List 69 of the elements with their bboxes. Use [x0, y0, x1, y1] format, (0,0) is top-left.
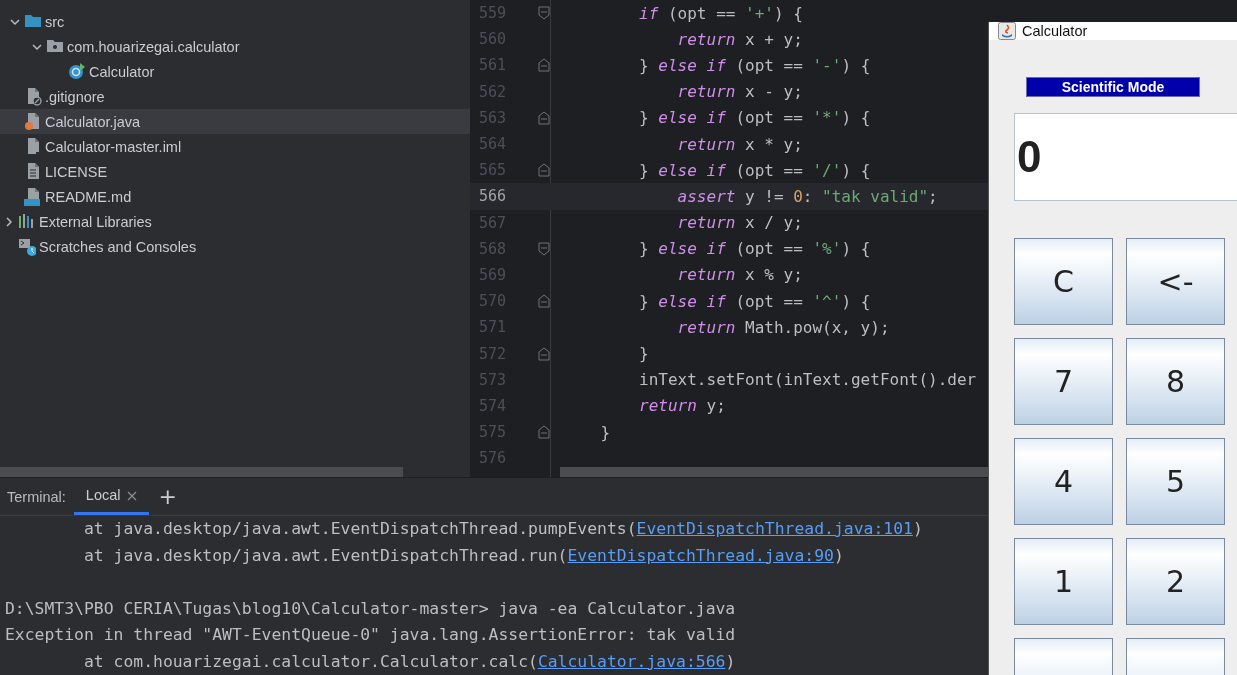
fold-icon — [538, 110, 550, 125]
tree-item[interactable]: External Libraries — [0, 209, 470, 234]
fold-icon — [538, 346, 550, 361]
tree-item[interactable]: README.md — [0, 184, 470, 209]
scrollbar[interactable] — [0, 467, 403, 477]
java-file-icon — [24, 112, 42, 131]
class-icon — [68, 62, 86, 81]
mode-label: Scientific Mode — [1026, 77, 1200, 97]
window-title: Calculator — [1022, 23, 1088, 39]
code-line: } else if (opt == '/') { — [638, 160, 871, 180]
code-line: return x % y; — [676, 265, 803, 285]
terminal-text: at com.houarizegai.calculator.Calculator.calc( — [82, 651, 538, 671]
code-line: if (opt == '+') { — [638, 3, 803, 23]
code-line: } else if (opt == '*') { — [638, 108, 871, 128]
code-line: assert y != 0: "tak valid"; — [676, 186, 938, 206]
terminal-text: ) — [912, 519, 923, 538]
tree-item[interactable]: Scratches and Consoles — [0, 234, 470, 259]
scrollbar[interactable] — [560, 467, 988, 477]
calculator-key[interactable]: <- — [1126, 238, 1225, 325]
fold-icon — [538, 163, 550, 178]
fold-icon — [538, 241, 550, 256]
code-line: return x - y; — [676, 82, 803, 102]
tree-item[interactable]: Calculator.java — [0, 109, 470, 134]
markdown-file-icon — [24, 187, 42, 206]
scratches-icon — [18, 237, 36, 256]
link[interactable]: EventDispatchThread.java:90 — [567, 545, 834, 565]
calculator-key[interactable]: 4 — [1014, 438, 1113, 525]
code-line: return Math.pow(x, y); — [676, 317, 890, 337]
calculator-key[interactable]: 8 — [1126, 338, 1225, 425]
fold-icon — [538, 6, 550, 21]
terminal-tab[interactable]: Local — [73, 478, 149, 515]
tree-item[interactable]: .gitignore — [0, 84, 470, 109]
tree-item[interactable]: com.houarizegai.calculator — [0, 34, 470, 59]
tree-item[interactable]: src — [0, 9, 470, 34]
fold-icon — [538, 294, 550, 309]
code-line: } — [599, 422, 611, 442]
tree-item[interactable]: LICENSE — [0, 159, 470, 184]
code-line: return x / y; — [676, 213, 803, 233]
line-number: 566 — [477, 187, 506, 206]
display-field[interactable]: 0 — [1014, 113, 1237, 201]
code-line: } else if (opt == '^') { — [638, 291, 871, 311]
link[interactable]: EventDispatchThread.java:101 — [636, 519, 913, 538]
new-tab-button[interactable]: + — [148, 478, 187, 515]
panel-title: Terminal: — [6, 487, 67, 507]
fold-icon — [538, 425, 550, 440]
terminal-text: at java.desktop/java.awt.EventDispatchThread.pumpEvents( — [82, 519, 637, 538]
code-line: return x * y; — [676, 134, 803, 154]
tree-item[interactable]: Calculator-master.iml — [0, 134, 470, 159]
terminal-text: Exception in thread "AWT-EventQueue-0" java.lang.AssertionError: tak valid — [5, 625, 736, 644]
calculator-key[interactable]: 1 — [1014, 538, 1113, 625]
code-line: inText.setFont(inText.getFont().der — [638, 370, 977, 390]
link[interactable]: Calculator.java:566 — [537, 651, 726, 671]
code-line: } else if (opt == '%') { — [638, 239, 871, 259]
tree-item[interactable]: Calculator — [0, 59, 470, 84]
terminal-text: ) — [725, 651, 736, 671]
terminal-text: ) — [833, 545, 844, 565]
code-line: return x + y; — [676, 29, 803, 49]
fold-icon — [538, 58, 550, 73]
terminal-text: D:\SMT3\PBO CERIA\Tugas\blog10\Calculator-master> java -ea Calculator.java — [5, 598, 736, 618]
calculator-key[interactable]: 5 — [1126, 438, 1225, 525]
chevron-right-icon — [3, 215, 15, 228]
terminal-text: at java.desktop/java.awt.EventDispatchThread.run( — [82, 545, 568, 565]
code-line: } — [638, 344, 649, 364]
libraries-icon — [18, 212, 36, 231]
calculator-key[interactable]: 2 — [1126, 538, 1225, 625]
calculator-key[interactable]: C — [1014, 238, 1113, 325]
calculator-key[interactable]: 7 — [1014, 338, 1113, 425]
code-line: } else if (opt == '-') { — [638, 55, 871, 75]
code-line: return y; — [638, 396, 726, 416]
